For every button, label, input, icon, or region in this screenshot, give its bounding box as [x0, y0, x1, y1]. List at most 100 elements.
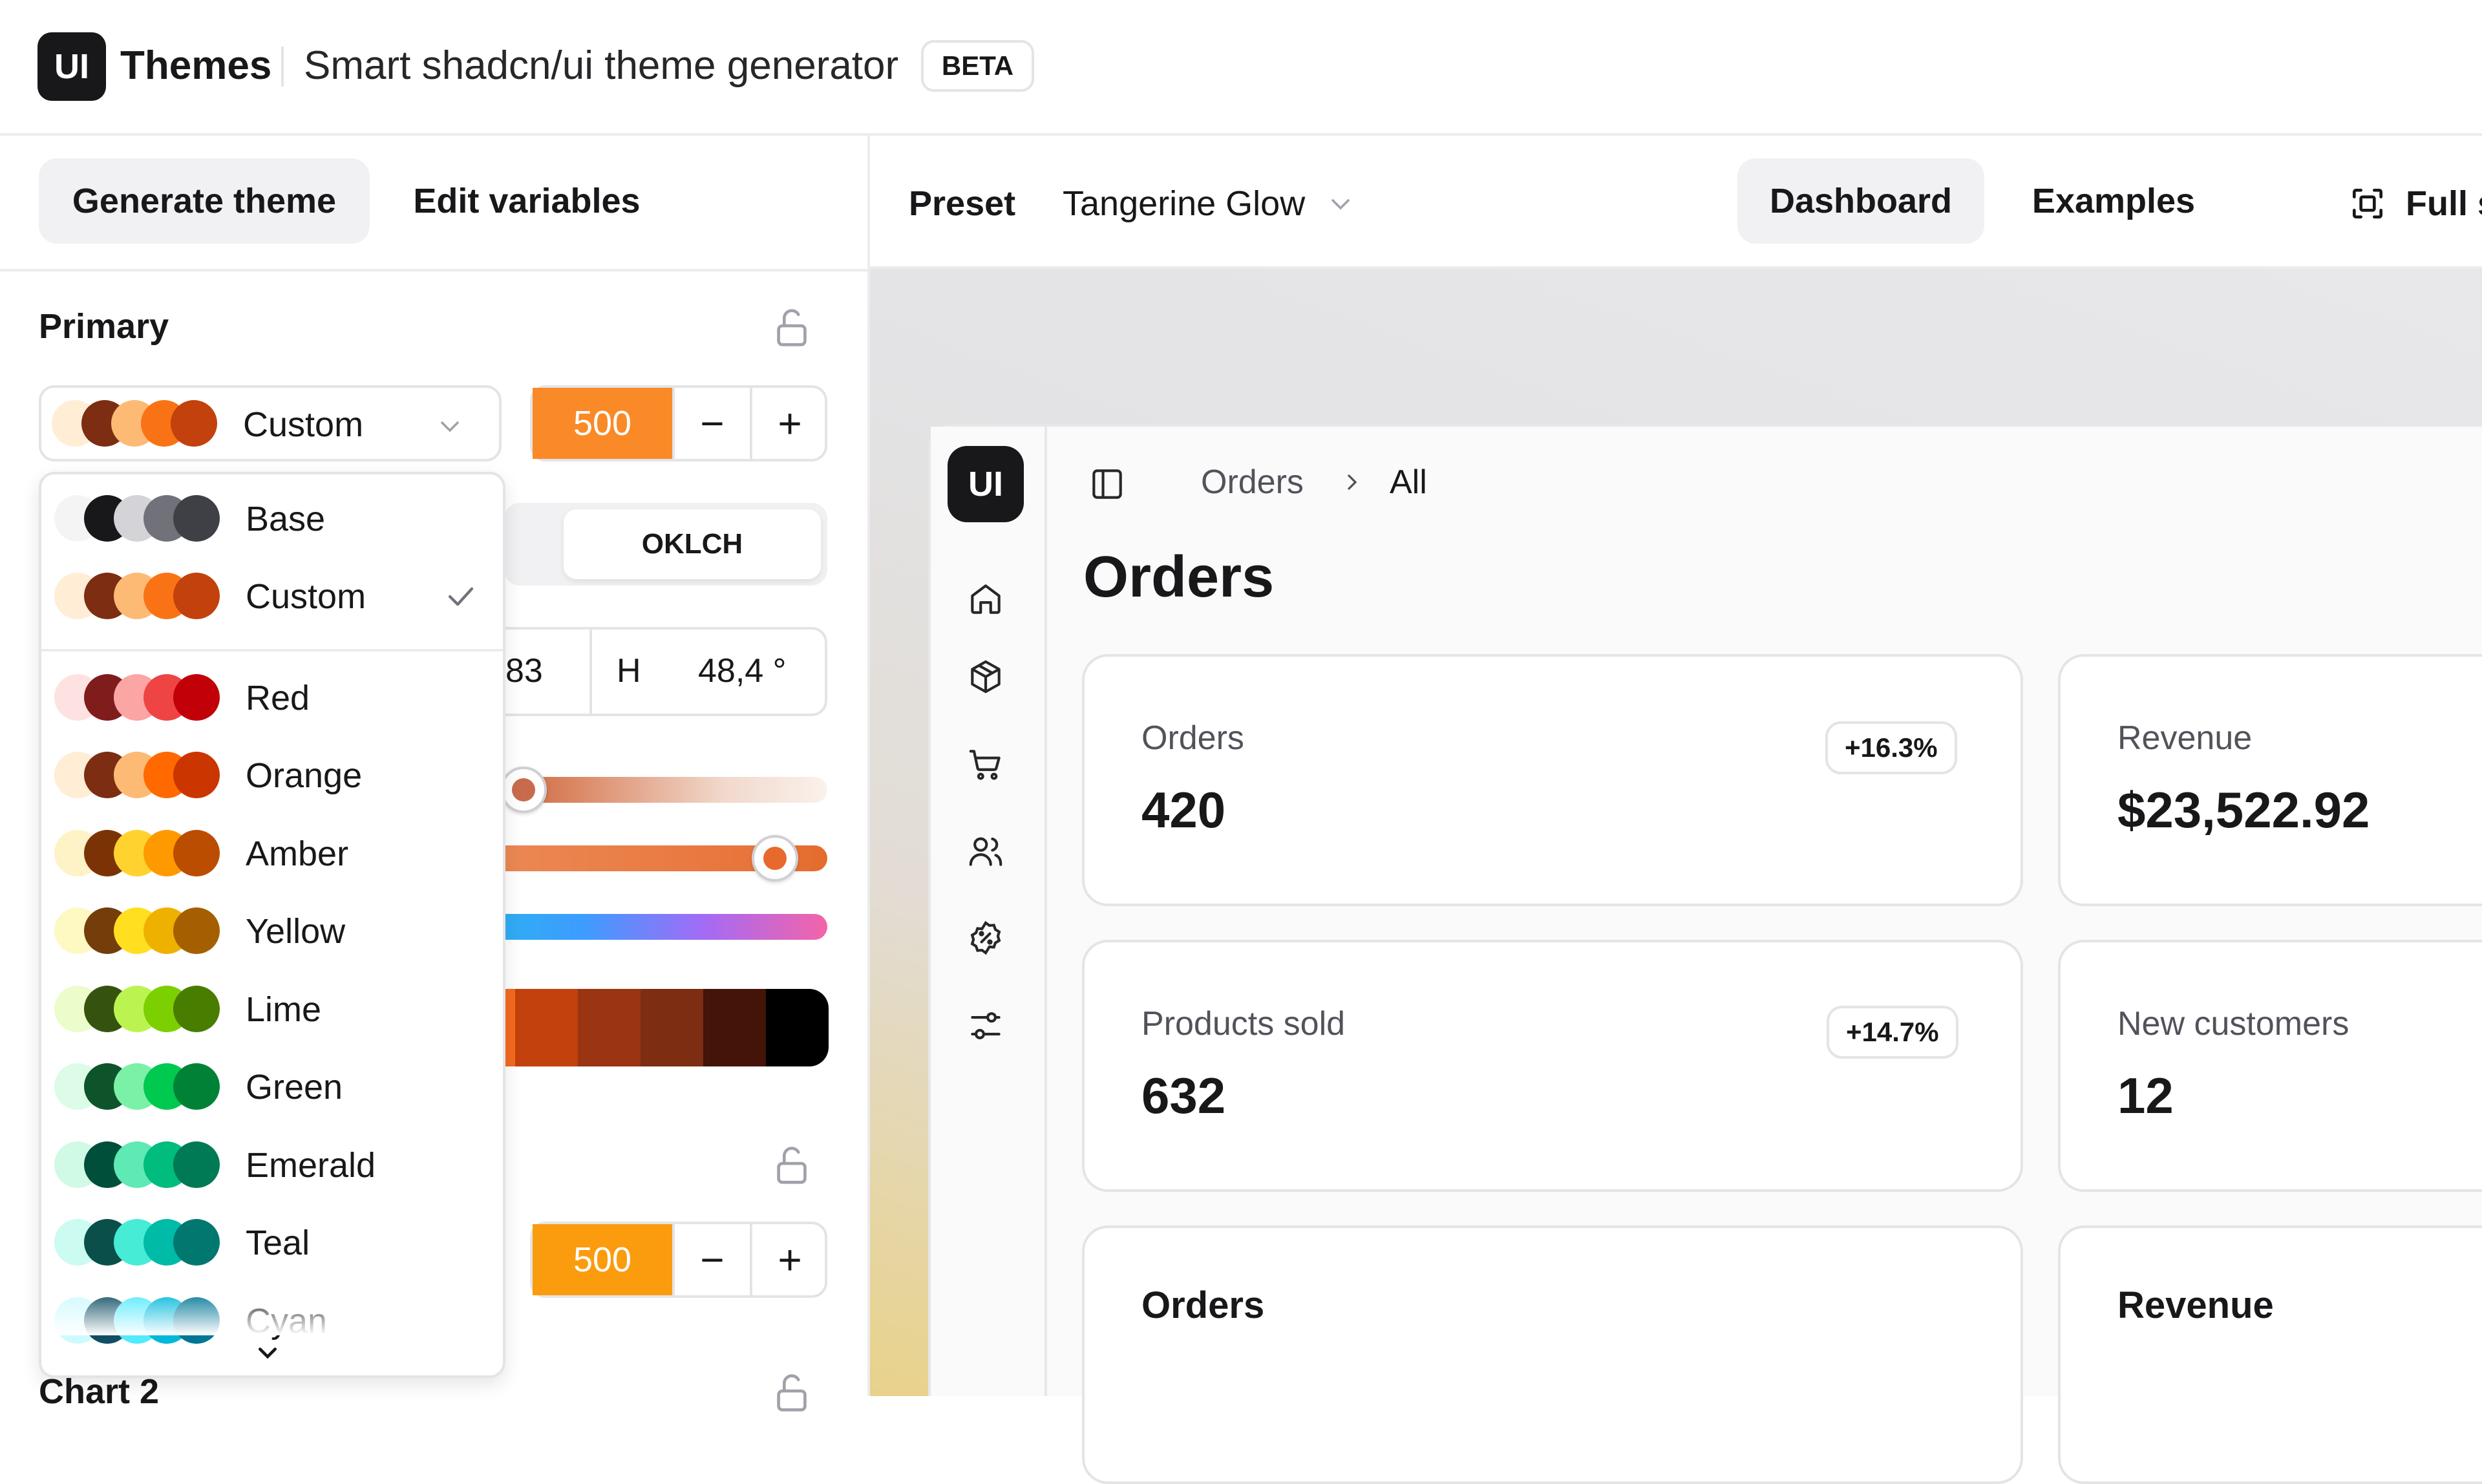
stat-value: 420 — [1141, 781, 1226, 838]
decrement-button[interactable]: − — [675, 1224, 750, 1295]
stat-value: 632 — [1141, 1067, 1226, 1124]
app-logo[interactable]: UI — [37, 32, 106, 101]
cart-icon[interactable] — [966, 745, 1006, 785]
chart-card-title: Orders — [1141, 1284, 1265, 1326]
stat-value: 12 — [2117, 1067, 2174, 1124]
preview-sidebar — [931, 427, 1047, 1396]
hue-slider[interactable] — [478, 914, 827, 940]
dropdown-item-label: Orange — [246, 756, 363, 795]
hue-value[interactable]: 48,4 ° — [698, 652, 786, 690]
preview-logo[interactable]: UI — [948, 446, 1024, 522]
palette-shade[interactable] — [766, 989, 829, 1066]
dropdown-item-label: Emerald — [246, 1145, 376, 1185]
dropdown-item-custom[interactable]: Custom — [41, 558, 503, 633]
swatch — [173, 1063, 220, 1110]
check-icon — [448, 587, 474, 606]
increment-button[interactable]: + — [752, 1224, 827, 1295]
swatch — [173, 752, 220, 798]
discount-icon[interactable] — [966, 918, 1006, 958]
tab-oklch[interactable]: OKLCH — [564, 509, 821, 579]
tab-dashboard[interactable]: Dashboard — [1737, 158, 1984, 244]
unlock-icon[interactable] — [769, 1143, 814, 1188]
dropdown-item-label: Yellow — [246, 912, 346, 951]
stat-label: Revenue — [2117, 719, 2253, 757]
color-dropdown-menu: Base Custom Red Orange Amber Yellow Lime Green E… — [39, 472, 505, 1378]
beta-badge: BETA — [921, 40, 1034, 92]
stat-card — [2058, 940, 2482, 1192]
dropdown-item-label: Lime — [246, 990, 322, 1029]
chevron-right-icon — [1348, 474, 1357, 490]
stat-label: Orders — [1141, 719, 1244, 757]
lightness-slider-thumb[interactable] — [500, 767, 547, 813]
swatch — [173, 1141, 220, 1188]
users-icon[interactable] — [966, 831, 1006, 871]
breadcrumb-all: All — [1390, 463, 1427, 501]
chevron-down-icon[interactable] — [1325, 189, 1356, 220]
dropdown-item-label: Amber — [246, 834, 349, 873]
scroll-down-icon[interactable] — [249, 1334, 286, 1370]
decrement-button[interactable]: − — [675, 388, 750, 459]
stat-card — [2058, 654, 2482, 906]
shade-value[interactable]: 500 — [533, 1224, 672, 1295]
dropdown-item-teal[interactable]: Teal — [41, 1205, 503, 1280]
tab-examples[interactable]: Examples — [2017, 158, 2211, 244]
trend-badge: +14.7% — [1827, 1006, 1958, 1059]
dropdown-item-label: Green — [246, 1068, 343, 1107]
dropdown-item-yellow[interactable]: Yellow — [41, 893, 503, 968]
home-icon[interactable] — [966, 579, 1006, 619]
chroma-slider-thumb[interactable] — [752, 835, 798, 882]
stat-label: Products sold — [1141, 1005, 1346, 1043]
dropdown-item-green[interactable]: Green — [41, 1049, 503, 1124]
preset-label: Preset — [909, 184, 1016, 223]
shade-value[interactable]: 500 — [533, 388, 672, 459]
unlock-icon[interactable] — [769, 1370, 814, 1415]
chroma-value[interactable]: 83 — [505, 652, 543, 690]
breadcrumb-orders[interactable]: Orders — [1201, 463, 1304, 502]
stat-label: New customers — [2117, 1005, 2349, 1043]
chart-card-title: Revenue — [2117, 1284, 2274, 1326]
selected-swatches — [52, 400, 220, 447]
swatch — [173, 1219, 220, 1266]
package-icon[interactable] — [966, 657, 1006, 697]
stat-card — [1082, 654, 2023, 906]
dropdown-fade — [41, 1290, 503, 1335]
swatch — [171, 400, 217, 447]
stat-card — [1082, 940, 2023, 1192]
palette-shade[interactable] — [515, 989, 578, 1066]
swatch — [173, 673, 220, 721]
unlock-icon[interactable] — [769, 305, 814, 350]
dropdown-item-emerald[interactable]: Emerald — [41, 1127, 503, 1202]
palette-shade[interactable] — [703, 989, 766, 1066]
tab-edit-variables[interactable]: Edit variables — [388, 158, 666, 244]
sidebar-toggle-icon[interactable] — [1087, 464, 1127, 504]
palette-shade[interactable] — [641, 989, 703, 1066]
stat-value: $23,522.92 — [2117, 781, 2370, 838]
dropdown-separator — [41, 649, 503, 652]
trend-badge: +16.3% — [1825, 721, 1957, 774]
dropdown-item-red[interactable]: Red — [41, 660, 503, 735]
dropdown-item-label: Base — [246, 500, 326, 538]
dropdown-item-label: Teal — [246, 1224, 310, 1262]
fullscreen-icon[interactable] — [2348, 184, 2388, 224]
fullscreen-button[interactable]: Full screen — [2406, 184, 2482, 224]
tab-generate-theme[interactable]: Generate theme — [39, 158, 370, 244]
field-divider — [589, 628, 592, 715]
dropdown-item-label: Custom — [246, 577, 366, 616]
dropdown-item-amber[interactable]: Amber — [41, 816, 503, 891]
hue-label: H — [617, 652, 641, 690]
chart-card — [2058, 1225, 2482, 1484]
tabs-divider — [0, 269, 867, 271]
dropdown-item-orange[interactable]: Orange — [41, 737, 503, 812]
settings-sliders-icon[interactable] — [966, 1006, 1006, 1046]
dropdown-item-base[interactable]: Base — [41, 481, 503, 556]
swatch — [173, 573, 220, 619]
increment-button[interactable]: + — [752, 388, 827, 459]
dropdown-item-lime[interactable]: Lime — [41, 971, 503, 1046]
primary-section-label: Primary — [39, 307, 169, 346]
swatch — [173, 985, 220, 1032]
app-name[interactable]: Themes — [120, 43, 271, 89]
preset-select[interactable]: Tangerine Glow — [1063, 184, 1305, 224]
palette-shade[interactable] — [578, 989, 641, 1066]
swatch — [173, 829, 220, 876]
preview-page-title: Orders — [1083, 545, 1275, 610]
